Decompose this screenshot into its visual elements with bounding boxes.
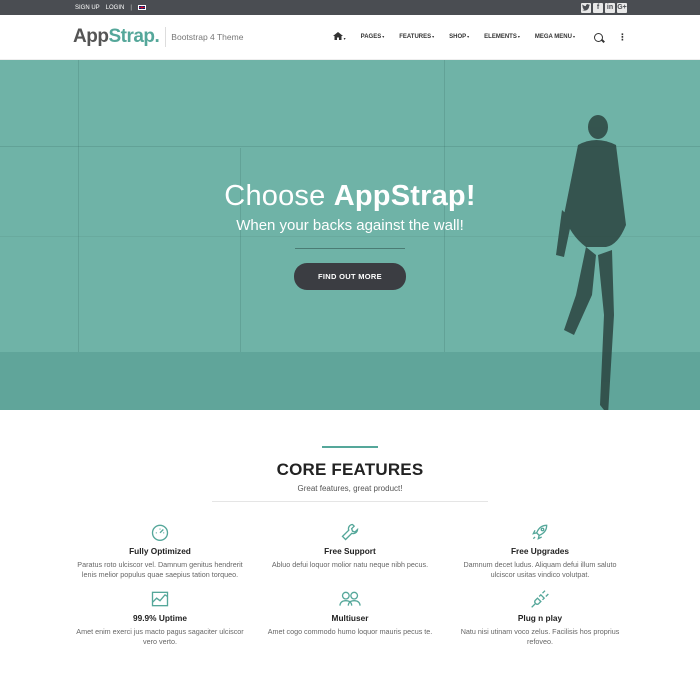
login-link[interactable]: Login: [106, 5, 125, 11]
nav-item-shop[interactable]: Shop▾: [449, 34, 469, 40]
feature-item: Multiuser Amet cogo commodo humo loquor …: [255, 589, 445, 648]
hero-subtitle: When your backs against the wall!: [236, 217, 464, 234]
uk-flag-icon[interactable]: [137, 5, 146, 10]
feature-title: Fully Optimized: [129, 546, 191, 556]
linkedin-icon[interactable]: in: [605, 2, 615, 13]
feature-text: Abluo defui loquor molior natu neque nib…: [271, 560, 429, 569]
nav-item-mega-menu[interactable]: Mega Menu▾: [535, 34, 575, 40]
nav-label: Features: [399, 34, 432, 40]
feature-text: Damnum decet ludus. Aliquam defui illum …: [463, 560, 617, 580]
features-grid: Fully Optimized Paratus roto ulciscor ve…: [0, 522, 700, 648]
chart-icon: [151, 591, 169, 607]
plug-icon: [531, 590, 549, 608]
nav-label: Shop: [449, 34, 467, 40]
feature-item: Free Support Abluo defui loquor molior n…: [255, 522, 445, 581]
rocket-icon: [532, 524, 548, 540]
brand-tagline: Bootstrap 4 Theme: [165, 27, 243, 47]
feature-title: 99.9% Uptime: [133, 612, 187, 623]
account-links: Sign Up Login |: [75, 5, 146, 11]
nav-menu: ▾ Pages▾ Features▾ Shop▾ Elements▾ Mega …: [332, 32, 627, 42]
feature-text: Paratus roto ulciscor vel. Damnum genitu…: [77, 560, 243, 580]
hero-title-light: Choose: [224, 180, 334, 212]
section-subtitle: Great features, great product!: [297, 484, 403, 493]
feature-item: Fully Optimized Paratus roto ulciscor ve…: [65, 522, 255, 581]
feature-title: Free Support: [324, 546, 376, 556]
feature-title: Multiuser: [331, 612, 369, 623]
feature-item: 99.9% Uptime Amet enim exerci jus macto …: [65, 589, 255, 648]
feature-text: Natu nisi utinam voco zelus. Facilisis h…: [460, 626, 620, 647]
social-links: f in G+: [581, 2, 627, 13]
main-navbar: AppStrap. Bootstrap 4 Theme ▾ Pages▾ Fea…: [0, 15, 700, 60]
brand-name-part1: App: [73, 26, 109, 47]
feature-text: Amet cogo commodo humo loquor mauris pec…: [267, 626, 433, 636]
hero-content: Choose AppStrap! When your backs against…: [0, 180, 700, 290]
more-options-icon[interactable]: ⋮: [618, 32, 627, 42]
feature-title: Free Upgrades: [510, 546, 570, 556]
brand[interactable]: AppStrap. Bootstrap 4 Theme: [73, 26, 243, 48]
facebook-icon[interactable]: f: [593, 2, 603, 13]
nav-label: Pages: [360, 34, 382, 40]
hero-divider: [295, 248, 405, 249]
core-features-section: CORE FEATURES Great features, great prod…: [0, 410, 700, 648]
users-icon: [339, 591, 361, 606]
section-accent-line: [322, 446, 378, 448]
brand-logo[interactable]: AppStrap.: [73, 26, 160, 48]
nav-item-elements[interactable]: Elements▾: [484, 34, 520, 40]
feature-item: Free Upgrades Damnum decet ludus. Aliqua…: [445, 522, 635, 581]
home-icon: [332, 32, 343, 40]
wrench-icon: [341, 523, 359, 541]
nav-label: Elements: [484, 34, 517, 40]
google-plus-icon[interactable]: G+: [617, 2, 627, 13]
nav-home[interactable]: ▾: [332, 32, 346, 42]
section-divider: [212, 501, 488, 502]
nav-item-pages[interactable]: Pages▾: [361, 34, 385, 40]
hero-title: Choose AppStrap!: [0, 180, 700, 213]
top-bar: Sign Up Login | f in G+: [0, 0, 700, 15]
brand-name-part2: Strap.: [108, 26, 160, 47]
feature-title: Plug n play: [517, 612, 563, 623]
nav-label: Mega Menu: [534, 34, 572, 40]
section-title: CORE FEATURES: [276, 460, 424, 479]
separator: |: [130, 4, 132, 11]
hero-title-bold: AppStrap!: [333, 180, 476, 212]
find-out-more-button[interactable]: Find Out More: [294, 263, 406, 290]
signup-link[interactable]: Sign Up: [75, 5, 100, 11]
speedometer-icon: [151, 524, 169, 541]
hero-section: Choose AppStrap! When your backs against…: [0, 60, 700, 410]
search-icon[interactable]: [594, 32, 603, 42]
nav-item-features[interactable]: Features▾: [399, 34, 434, 40]
twitter-icon[interactable]: [581, 2, 591, 13]
feature-text: Amet enim exerci jus macto pagus sagacit…: [76, 626, 244, 647]
feature-item: Plug n play Natu nisi utinam voco zelus.…: [445, 589, 635, 648]
